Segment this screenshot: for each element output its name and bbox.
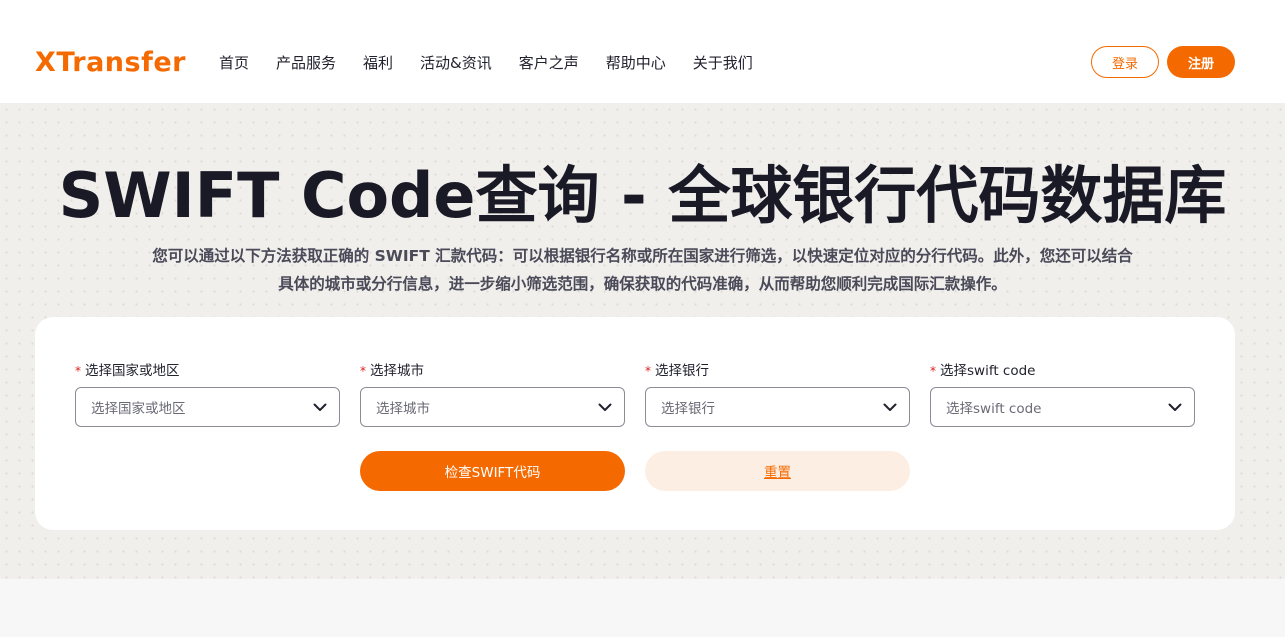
swift-code-select[interactable]: 选择swift code [930, 387, 1195, 427]
country-field: * 选择国家或地区 选择国家或地区 [75, 359, 340, 427]
auth-buttons: 登录 注册 [1091, 46, 1235, 78]
chevron-down-icon [1168, 402, 1182, 412]
chevron-down-icon [313, 402, 327, 412]
main-nav: 首页 产品服务 福利 活动&资讯 客户之声 帮助中心 关于我们 [219, 52, 780, 73]
nav-item-home[interactable]: 首页 [219, 52, 249, 73]
swift-code-placeholder: 选择swift code [946, 401, 1042, 417]
swift-search-card: * 选择国家或地区 选择国家或地区 * 选择城市 选择城市 * 选择银行 选择银行 [35, 317, 1235, 530]
city-placeholder: 选择城市 [376, 401, 430, 417]
nav-item-help-center[interactable]: 帮助中心 [606, 52, 666, 73]
country-placeholder: 选择国家或地区 [91, 401, 186, 417]
country-label: * 选择国家或地区 [75, 359, 340, 379]
bank-label-text: 选择银行 [655, 363, 709, 379]
city-field: * 选择城市 选择城市 [360, 359, 625, 427]
xtransfer-logo[interactable]: XTransfer [35, 47, 188, 78]
swift-code-field: * 选择swift code 选择swift code [930, 359, 1195, 427]
swift-code-label-text: 选择swift code [940, 363, 1036, 379]
site-header: XTransfer 首页 产品服务 福利 活动&资讯 客户之声 帮助中心 关于我… [0, 22, 1285, 103]
swift-code-label: * 选择swift code [930, 359, 1195, 379]
country-select[interactable]: 选择国家或地区 [75, 387, 340, 427]
register-button[interactable]: 注册 [1167, 46, 1235, 78]
nav-item-products[interactable]: 产品服务 [276, 52, 336, 73]
city-label-text: 选择城市 [370, 363, 424, 379]
reset-button[interactable]: 重置 [645, 451, 910, 491]
nav-item-benefits[interactable]: 福利 [363, 52, 393, 73]
page-description: 您可以通过以下方法获取正确的 SWIFT 汇款代码：可以根据银行名称或所在国家进… [152, 247, 1133, 293]
chevron-down-icon [598, 402, 612, 412]
nav-item-events-news[interactable]: 活动&资讯 [420, 52, 492, 73]
page-bottom [0, 579, 1285, 637]
nav-item-customer-voice[interactable]: 客户之声 [519, 52, 579, 73]
nav-item-about-us[interactable]: 关于我们 [693, 52, 753, 73]
bank-select[interactable]: 选择银行 [645, 387, 910, 427]
city-label: * 选择城市 [360, 359, 625, 379]
bank-label: * 选择银行 [645, 359, 910, 379]
required-mark: * [360, 364, 366, 378]
city-select[interactable]: 选择城市 [360, 387, 625, 427]
bank-placeholder: 选择银行 [661, 401, 715, 417]
required-mark: * [645, 364, 651, 378]
bank-field: * 选择银行 选择银行 [645, 359, 910, 427]
check-swift-button[interactable]: 检查SWIFT代码 [360, 451, 625, 491]
login-button[interactable]: 登录 [1091, 46, 1159, 78]
page-title: SWIFT Code查询 - 全球银行代码数据库 [58, 159, 1227, 232]
required-mark: * [75, 364, 81, 378]
country-label-text: 选择国家或地区 [85, 363, 180, 379]
required-mark: * [930, 364, 936, 378]
chevron-down-icon [883, 402, 897, 412]
top-strip [0, 0, 1285, 22]
hero-section: SWIFT Code查询 - 全球银行代码数据库 您可以通过以下方法获取正确的 … [0, 103, 1285, 579]
